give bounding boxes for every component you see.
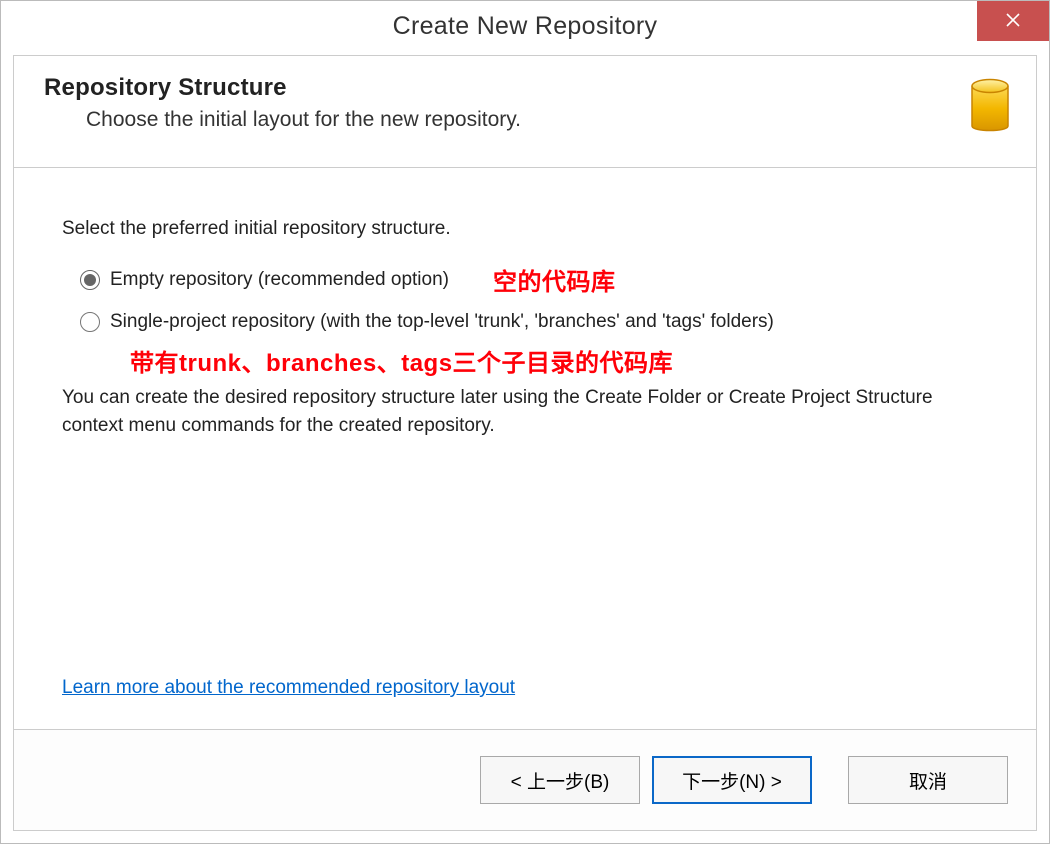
wizard-body: Select the preferred initial repository …	[13, 168, 1037, 730]
dialog-window: Create New Repository Repository Structu…	[0, 0, 1050, 844]
page-subtitle: Choose the initial layout for the new re…	[86, 108, 521, 132]
option-empty-repository[interactable]: Empty repository (recommended option) 空的…	[80, 262, 988, 297]
hint-text: You can create the desired repository st…	[62, 384, 982, 439]
page-heading: Repository Structure	[44, 74, 521, 102]
database-icon	[966, 74, 1014, 143]
cancel-button[interactable]: 取消	[848, 756, 1008, 804]
structure-options: Empty repository (recommended option) 空的…	[80, 262, 988, 378]
learn-more-link[interactable]: Learn more about the recommended reposit…	[62, 677, 515, 699]
wizard-header: Repository Structure Choose the initial …	[13, 55, 1037, 168]
close-icon	[1006, 10, 1020, 33]
annotation-single-project: 带有trunk、branches、tags三个子目录的代码库	[130, 343, 988, 378]
wizard-header-text: Repository Structure Choose the initial …	[44, 74, 521, 132]
option-single-project-repository[interactable]: Single-project repository (with the top-…	[80, 311, 988, 333]
back-button[interactable]: < 上一步(B)	[480, 756, 640, 804]
next-button[interactable]: 下一步(N) >	[652, 756, 812, 804]
radio-single-project-repository[interactable]	[80, 312, 100, 332]
option-single-label: Single-project repository (with the top-…	[110, 311, 774, 333]
intro-text: Select the preferred initial repository …	[62, 218, 988, 240]
window-title: Create New Repository	[393, 12, 658, 41]
option-empty-label: Empty repository (recommended option)	[110, 269, 449, 291]
annotation-empty: 空的代码库	[493, 262, 616, 297]
titlebar: Create New Repository	[1, 1, 1049, 51]
radio-empty-repository[interactable]	[80, 270, 100, 290]
wizard-footer: < 上一步(B) 下一步(N) > 取消	[13, 730, 1037, 831]
close-button[interactable]	[977, 1, 1049, 41]
